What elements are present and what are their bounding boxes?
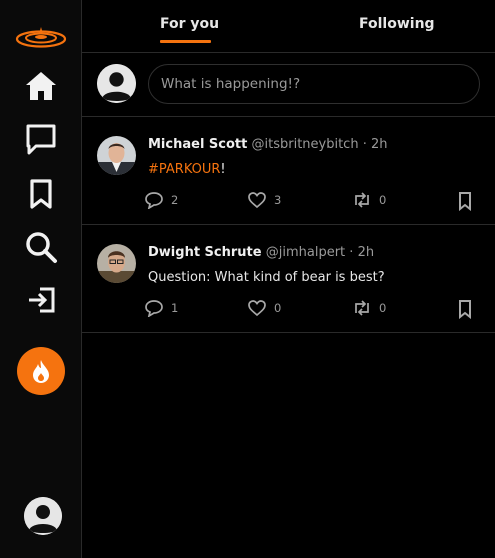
sidebar-item-home[interactable] <box>21 66 61 106</box>
main-feed: For you Following What is happening!? Mi… <box>82 0 495 558</box>
post-text: Question: What kind of bear is best? <box>148 270 385 285</box>
flame-icon <box>30 358 52 384</box>
comment-icon <box>144 191 164 209</box>
sidebar-item-logout[interactable] <box>21 280 61 320</box>
post-text-content: Question: What kind of bear is best? <box>148 270 385 285</box>
like-count: 0 <box>274 301 282 315</box>
author-handle[interactable]: @itsbritneybitch <box>252 137 359 152</box>
feed-tabs: For you Following <box>82 0 495 53</box>
repost-button[interactable]: 0 <box>352 299 386 317</box>
bookmark-icon <box>457 299 473 319</box>
post-time: 2h <box>357 245 375 260</box>
author-name[interactable]: Michael Scott <box>148 137 247 152</box>
profile-avatar[interactable] <box>24 497 62 535</box>
post-text: #PARKOUR! <box>148 162 226 177</box>
search-icon <box>24 230 58 264</box>
message-icon <box>24 122 58 156</box>
bookmark-icon <box>457 191 473 211</box>
user-avatar-icon <box>24 497 62 535</box>
reply-count: 2 <box>171 193 179 207</box>
sidebar <box>0 0 82 558</box>
author-name[interactable]: Dwight Schrute <box>148 245 262 260</box>
composer-avatar <box>97 64 136 103</box>
ripple-logo-icon[interactable] <box>14 24 68 54</box>
post-card[interactable]: Michael Scott @itsbritneybitch · 2h #PAR… <box>82 117 495 225</box>
repost-count: 0 <box>379 193 387 207</box>
post-author-avatar[interactable] <box>97 136 136 175</box>
meta-separator: · <box>362 137 367 152</box>
home-icon <box>24 70 58 102</box>
tab-for-you[interactable]: For you <box>160 16 219 32</box>
post-composer <box>82 53 495 117</box>
bookmark-button[interactable] <box>457 299 473 319</box>
repost-icon <box>352 191 372 209</box>
comment-icon <box>144 299 164 317</box>
reply-button[interactable]: 1 <box>144 299 178 317</box>
compose-input[interactable] <box>148 64 480 104</box>
login-icon <box>26 286 56 314</box>
repost-count: 0 <box>379 301 387 315</box>
sidebar-item-search[interactable] <box>21 227 61 267</box>
sidebar-item-bookmarks[interactable] <box>21 174 61 214</box>
repost-button[interactable]: 0 <box>352 191 386 209</box>
like-button[interactable]: 0 <box>247 299 281 317</box>
bookmark-button[interactable] <box>457 191 473 211</box>
post-text-content: ! <box>220 162 226 177</box>
post-author-avatar[interactable] <box>97 244 136 283</box>
heart-icon <box>247 299 267 317</box>
post-card[interactable]: Dwight Schrute @jimhalpert · 2h Question… <box>82 225 495 333</box>
post-header: Michael Scott @itsbritneybitch · 2h <box>148 137 388 152</box>
reply-button[interactable]: 2 <box>144 191 178 209</box>
meta-separator: · <box>349 245 354 260</box>
tab-following[interactable]: Following <box>359 16 435 32</box>
user-avatar-icon <box>97 64 136 103</box>
hashtag-link[interactable]: #PARKOUR <box>148 162 220 177</box>
reply-count: 1 <box>171 301 179 315</box>
repost-icon <box>352 299 372 317</box>
author-handle[interactable]: @jimhalpert <box>266 245 345 260</box>
post-header: Dwight Schrute @jimhalpert · 2h <box>148 245 374 260</box>
create-post-button[interactable] <box>17 347 65 395</box>
post-actions: 2 3 0 <box>144 191 484 211</box>
post-actions: 1 0 0 <box>144 299 484 319</box>
post-time: 2h <box>371 137 388 152</box>
like-button[interactable]: 3 <box>247 191 281 209</box>
bookmark-icon <box>28 178 54 210</box>
like-count: 3 <box>274 193 282 207</box>
sidebar-item-messages[interactable] <box>21 119 61 159</box>
active-tab-indicator <box>160 40 211 43</box>
heart-icon <box>247 191 267 209</box>
